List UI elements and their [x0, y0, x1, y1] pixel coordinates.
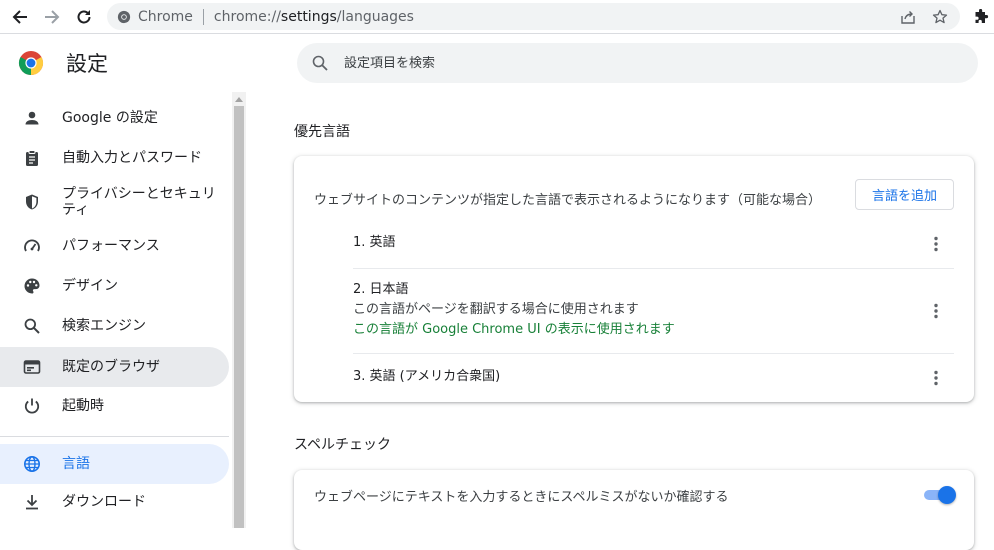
power-icon	[22, 396, 42, 416]
sidebar-item-privacy[interactable]: プライバシーとセキュリティ	[0, 180, 229, 224]
language-more-button[interactable]	[924, 299, 948, 323]
sidebar-item-search-engine[interactable]: 検索エンジン	[0, 308, 229, 344]
scroll-up-arrow[interactable]	[232, 92, 246, 106]
address-bar[interactable]: Chrome chrome://settings/languages	[107, 3, 960, 30]
settings-sidebar: Google の設定 自動入力とパスワード プライバシーとセキュリティ パフォー…	[0, 96, 232, 528]
spellcheck-toggle[interactable]	[922, 486, 956, 504]
arrow-left-icon	[12, 10, 27, 24]
sidebar-item-label: パフォーマンス	[62, 238, 160, 254]
more-vertical-icon	[934, 370, 938, 386]
more-vertical-icon	[934, 236, 938, 252]
url-text: chrome://settings/languages	[214, 9, 414, 25]
sidebar-item-autofill[interactable]: 自動入力とパスワード	[0, 140, 229, 176]
share-button[interactable]	[897, 6, 919, 28]
sidebar-item-label: プライバシーとセキュリティ	[62, 186, 216, 218]
omnibox-divider	[202, 8, 204, 25]
sidebar-item-label: 既定のブラウザ	[62, 359, 160, 375]
sidebar-scrollbar[interactable]	[232, 92, 246, 528]
download-icon	[22, 492, 42, 512]
sidebar-item-label: Google の設定	[62, 110, 158, 126]
browser-icon	[22, 357, 42, 377]
language-row: 2. 日本語 この言語がページを翻訳する場合に使用されます この言語が Goog…	[353, 280, 954, 340]
row-divider	[353, 353, 954, 354]
reload-icon	[77, 10, 91, 24]
forward-button[interactable]	[39, 5, 65, 29]
sidebar-divider	[0, 436, 229, 437]
caret-up-icon	[235, 97, 243, 102]
chrome-logo-icon	[117, 10, 131, 23]
sidebar-item-languages[interactable]: 言語	[0, 444, 229, 484]
globe-icon	[22, 454, 42, 474]
arrow-right-icon	[45, 10, 60, 24]
more-vertical-icon	[934, 303, 938, 319]
sidebar-item-label: 自動入力とパスワード	[62, 150, 202, 166]
language-name: 1. 英語	[353, 235, 396, 250]
language-name: 2. 日本語	[353, 282, 409, 297]
speedometer-icon	[22, 236, 42, 256]
person-icon	[22, 108, 42, 128]
star-icon	[932, 9, 948, 24]
sidebar-item-label: 起動時	[62, 398, 104, 414]
page-title: 設定	[66, 52, 108, 76]
shield-icon	[22, 192, 42, 212]
site-chip[interactable]: Chrome	[117, 3, 193, 30]
clipboard-icon	[22, 148, 42, 168]
sidebar-item-label: ダウンロード	[62, 494, 146, 510]
preferred-languages-heading: 優先言語	[294, 124, 350, 140]
add-language-button[interactable]: 言語を追加	[855, 179, 954, 210]
bookmark-button[interactable]	[929, 6, 951, 28]
sidebar-item-label: デザイン	[62, 278, 118, 294]
reload-button[interactable]	[71, 5, 97, 29]
sidebar-item-label: 検索エンジン	[62, 318, 146, 334]
spellcheck-heading: スペルチェック	[294, 437, 392, 453]
back-button[interactable]	[7, 5, 33, 29]
scrollbar-thumb[interactable]	[234, 106, 244, 528]
sidebar-item-google[interactable]: Google の設定	[0, 100, 229, 136]
search-icon	[22, 316, 42, 336]
search-icon	[312, 55, 328, 71]
puzzle-icon	[975, 9, 989, 23]
language-more-button[interactable]	[924, 366, 948, 390]
toggle-knob	[938, 486, 956, 504]
settings-search[interactable]	[297, 43, 978, 83]
language-row: 1. 英語	[353, 233, 954, 253]
languages-card: ウェブサイトのコンテンツが指定した言語で表示されるようになります（可能な場合） …	[294, 156, 974, 402]
language-more-button[interactable]	[924, 232, 948, 256]
browser-toolbar: Chrome chrome://settings/languages	[0, 0, 994, 34]
translate-note: この言語がページを翻訳する場合に使用されます	[353, 302, 639, 317]
language-name: 3. 英語 (アメリカ合衆国)	[353, 369, 501, 384]
languages-description: ウェブサイトのコンテンツが指定した言語で表示されるようになります（可能な場合）	[314, 193, 822, 208]
share-icon	[901, 11, 915, 24]
url-path: /languages	[336, 8, 414, 25]
search-input[interactable]	[344, 55, 944, 71]
row-divider	[353, 268, 954, 269]
url-host: settings	[280, 8, 337, 25]
sidebar-item-default-browser[interactable]: 既定のブラウザ	[0, 347, 229, 387]
extensions-button[interactable]	[968, 5, 994, 29]
palette-icon	[22, 276, 42, 296]
sidebar-item-appearance[interactable]: デザイン	[0, 268, 229, 304]
sidebar-item-downloads[interactable]: ダウンロード	[0, 484, 229, 520]
ui-language-note: この言語が Google Chrome UI の表示に使用されます	[353, 322, 675, 337]
spellcheck-card: ウェブページにテキストを入力するときにスペルミスがないか確認する	[294, 470, 974, 550]
site-chip-label: Chrome	[138, 8, 193, 25]
sidebar-item-on-startup[interactable]: 起動時	[0, 388, 229, 424]
spellcheck-label: ウェブページにテキストを入力するときにスペルミスがないか確認する	[314, 490, 729, 505]
chrome-logo-icon	[18, 51, 44, 75]
language-row: 3. 英語 (アメリカ合衆国)	[353, 367, 954, 387]
sidebar-item-performance[interactable]: パフォーマンス	[0, 228, 229, 264]
sidebar-item-label: 言語	[62, 456, 90, 472]
url-scheme: chrome://	[213, 8, 281, 25]
